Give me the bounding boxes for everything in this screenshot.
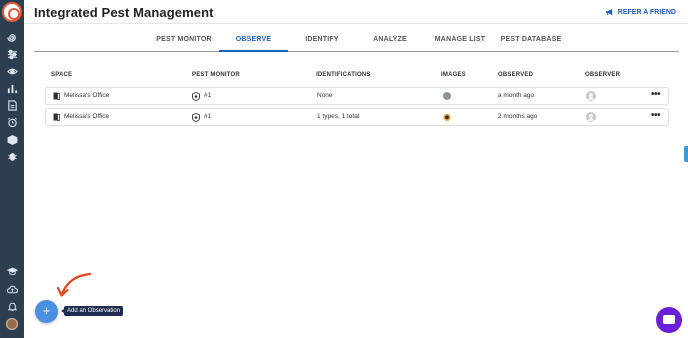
column-header-images: IMAGES — [441, 72, 466, 78]
annotation-arrow-icon — [56, 272, 92, 297]
column-header-space: SPACE — [51, 72, 73, 78]
column-header-pest-monitor: PEST MONITOR — [192, 72, 240, 78]
user-avatar[interactable] — [6, 318, 18, 330]
door-icon — [53, 92, 60, 100]
box-icon[interactable] — [6, 133, 18, 145]
eye-icon[interactable] — [6, 65, 18, 77]
tab-bar: PEST MONITOR OBSERVE IDENTIFY ANALYZE MA… — [34, 32, 679, 52]
cloud-upload-icon[interactable] — [6, 283, 18, 295]
tab-manage-list[interactable]: MANAGE LIST — [430, 32, 490, 52]
app-logo-icon[interactable] — [2, 2, 22, 22]
graduation-cap-icon[interactable] — [6, 265, 18, 277]
insect-thumbnail-icon[interactable] — [443, 92, 451, 100]
observer-avatar-icon — [586, 112, 596, 122]
shield-icon — [192, 92, 200, 101]
column-header-identifications: IDENTIFICATIONS — [316, 72, 371, 78]
row-observed: a month ago — [498, 92, 535, 99]
page-title: Integrated Pest Management — [34, 5, 214, 20]
table-row[interactable]: Melissa's Office #1 1 types, 1 total 2 m… — [45, 108, 669, 126]
row-identifications: 1 types, 1 total — [317, 113, 360, 120]
header-divider — [24, 23, 688, 24]
shield-icon — [192, 113, 200, 122]
megaphone-icon — [605, 8, 612, 16]
door-icon — [53, 113, 60, 121]
spiral-icon[interactable] — [6, 31, 18, 43]
refer-a-friend-link[interactable]: REFER A FRIEND — [605, 8, 676, 16]
insect-thumbnail-icon[interactable] — [443, 113, 451, 121]
row-more-menu[interactable]: ••• — [651, 88, 661, 104]
bug-icon[interactable] — [6, 150, 18, 162]
tab-pest-database[interactable]: PEST DATABASE — [496, 32, 566, 52]
row-observed: 2 months ago — [498, 113, 538, 120]
app-window: Integrated Pest Management REFER A FRIEN… — [0, 0, 688, 338]
document-icon[interactable] — [6, 99, 18, 111]
tab-pest-monitor[interactable]: PEST MONITOR — [148, 32, 220, 52]
observer-avatar-icon — [586, 91, 596, 101]
tab-analyze[interactable]: ANALYZE — [358, 32, 422, 52]
chat-support-icon[interactable] — [656, 307, 682, 333]
row-identifications: None — [317, 92, 333, 99]
sidebar — [0, 0, 24, 338]
tab-identify[interactable]: IDENTIFY — [290, 32, 354, 52]
sliders-icon[interactable] — [6, 48, 18, 60]
row-pest-monitor: #1 — [204, 92, 212, 99]
row-space: Melissa's Office — [64, 92, 110, 99]
column-header-observer: OBSERVER — [585, 72, 621, 78]
row-space: Melissa's Office — [64, 113, 110, 120]
side-panel-tab[interactable] — [684, 146, 688, 162]
add-observation-tooltip: Add an Observation — [60, 306, 124, 316]
alarm-icon[interactable] — [6, 116, 18, 128]
table-row[interactable]: Melissa's Office #1 None a month ago ••• — [45, 87, 669, 105]
row-pest-monitor: #1 — [204, 113, 212, 120]
bar-chart-icon[interactable] — [6, 82, 18, 94]
refer-a-friend-label: REFER A FRIEND — [617, 8, 676, 16]
bell-icon[interactable] — [6, 300, 18, 312]
tab-observe[interactable]: OBSERVE — [219, 32, 288, 52]
row-more-menu[interactable]: ••• — [651, 109, 661, 125]
add-observation-button[interactable]: + — [35, 300, 58, 323]
column-header-observed: OBSERVED — [498, 72, 534, 78]
